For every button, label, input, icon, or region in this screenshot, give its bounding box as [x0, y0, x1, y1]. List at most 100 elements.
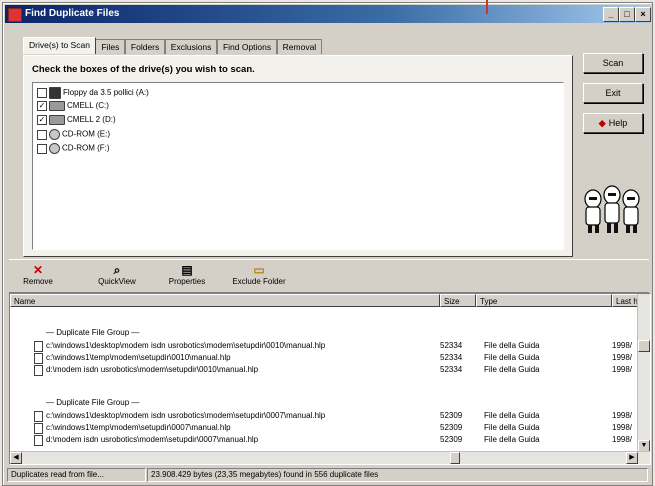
file-date: 1998/	[612, 411, 633, 420]
drive-label: Floppy da 3.5 pollici (A:)	[63, 88, 149, 98]
table-row[interactable]: c:\windows1\temp\modem\setupdir\0007\man…	[10, 422, 636, 434]
tab-files[interactable]: Files	[95, 39, 126, 54]
scroll-thumb[interactable]	[450, 452, 460, 464]
instructions-text: Check the boxes of the drive(s) you wish…	[32, 64, 255, 75]
scan-button[interactable]: Scan	[583, 53, 643, 73]
cd-rom-icon	[49, 143, 60, 154]
results-toolbar: ✕ Remove ⌕ QuickView ▤ Properties ▭ Excl…	[9, 259, 649, 293]
exclude-folder-button[interactable]: ▭ Exclude Folder	[227, 262, 291, 292]
file-size: 52309	[440, 423, 463, 432]
document-icon: ▤	[181, 263, 193, 277]
drive-item-d[interactable]: ✓ CMELL 2 (D:)	[37, 115, 116, 127]
drives-tab-panel: Check the boxes of the drive(s) you wish…	[23, 55, 573, 257]
file-path: c:\windows1\temp\modem\setupdir\0007\man…	[46, 423, 231, 432]
drive-item-f[interactable]: CD-ROM (F:)	[37, 143, 110, 155]
scroll-right-arrow-icon[interactable]: ▶	[626, 452, 638, 464]
drive-checkbox[interactable]	[37, 143, 47, 154]
tab-exclusions[interactable]: Exclusions	[164, 39, 218, 54]
file-type: File della Guida	[484, 341, 540, 350]
maximize-button[interactable]: □	[619, 7, 635, 22]
title-bar[interactable]: Find Duplicate Files _ □ ×	[5, 5, 651, 23]
drive-label: CMELL (C:)	[67, 101, 109, 111]
floppy-icon	[49, 87, 61, 99]
file-icon	[34, 411, 43, 422]
vertical-scrollbar[interactable]: ▼	[637, 294, 650, 452]
table-row[interactable]: d:\modem isdn usrobotics\modem\setupdir\…	[10, 434, 636, 446]
file-size: 52309	[440, 411, 463, 420]
file-type: File della Guida	[484, 435, 540, 444]
table-row[interactable]: c:\windows1\temp\modem\setupdir\0010\man…	[10, 352, 636, 364]
folder-icon: ▭	[253, 263, 265, 277]
file-path: d:\modem isdn usrobotics\modem\setupdir\…	[46, 365, 259, 374]
file-type: File della Guida	[484, 411, 540, 420]
help-button-label: Help	[608, 118, 628, 128]
file-type: File della Guida	[484, 365, 540, 374]
group-header: — Duplicate File Group —	[46, 328, 140, 337]
results-list: Name Size Type Last h ▸ — Duplicate File…	[9, 293, 651, 465]
file-date: 1998/	[612, 365, 633, 374]
remove-icon: ✕	[32, 263, 44, 277]
scroll-thumb[interactable]	[638, 340, 650, 352]
remove-label: Remove	[23, 277, 53, 286]
file-path: c:\windows1\temp\modem\setupdir\0010\man…	[46, 353, 231, 362]
table-row[interactable]: c:\windows1\desktop\modem isdn usrobotic…	[10, 340, 636, 352]
column-header-size[interactable]: Size	[440, 294, 476, 307]
file-date: 1998/	[612, 435, 633, 444]
file-icon	[34, 423, 43, 434]
hard-drive-icon	[49, 115, 65, 125]
column-header-last-label: Last h	[616, 297, 638, 306]
tab-drives-to-scan[interactable]: Drive(s) to Scan	[23, 37, 96, 54]
drive-list: Floppy da 3.5 pollici (A:) ✓ CMELL (C:) ✓…	[32, 82, 564, 250]
file-icon	[34, 353, 43, 364]
tab-find-options[interactable]: Find Options	[216, 39, 278, 54]
close-button[interactable]: ×	[635, 7, 651, 22]
table-row[interactable]: c:\windows1\desktop\modem isdn usrobotic…	[10, 410, 636, 422]
remove-button[interactable]: ✕ Remove	[19, 262, 57, 292]
minimize-button[interactable]: _	[603, 7, 619, 22]
file-date: 1998/	[612, 423, 633, 432]
scroll-left-arrow-icon[interactable]: ◀	[10, 452, 22, 464]
file-size: 52334	[440, 365, 463, 374]
drive-checkbox[interactable]: ✓	[37, 115, 47, 125]
file-size: 52334	[440, 353, 463, 362]
drive-checkbox[interactable]: ✓	[37, 101, 47, 111]
drive-label: CMELL 2 (D:)	[67, 115, 116, 125]
help-icon: ◆	[598, 118, 606, 128]
column-header-name[interactable]: Name	[10, 294, 440, 307]
drive-label: CD-ROM (E:)	[62, 129, 110, 139]
properties-button[interactable]: ▤ Properties	[163, 262, 211, 292]
file-type: File della Guida	[484, 423, 540, 432]
tab-folders[interactable]: Folders	[124, 39, 166, 54]
drive-checkbox[interactable]	[37, 88, 47, 98]
exit-button[interactable]: Exit	[583, 83, 643, 103]
column-header-type[interactable]: Type	[476, 294, 612, 307]
drive-checkbox[interactable]	[37, 129, 47, 140]
drive-label: CD-ROM (F:)	[62, 143, 110, 153]
help-button[interactable]: ◆ Help	[583, 113, 643, 133]
file-path: c:\windows1\desktop\modem isdn usrobotic…	[46, 341, 326, 350]
table-row[interactable]: d:\modem isdn usrobotics\modem\setupdir\…	[10, 364, 636, 376]
file-size: 52334	[440, 341, 463, 350]
file-icon	[34, 341, 43, 352]
quickview-label: QuickView	[98, 277, 136, 286]
window-title: Find Duplicate Files	[25, 8, 120, 19]
file-size: 52309	[440, 435, 463, 444]
tab-removal[interactable]: Removal	[276, 39, 323, 54]
quickview-button[interactable]: ⌕ QuickView	[93, 262, 141, 292]
drive-item-e[interactable]: CD-ROM (E:)	[37, 129, 110, 141]
find-duplicate-files-window: Find Duplicate Files _ □ × Drive(s) to S…	[2, 2, 653, 486]
hard-drive-icon	[49, 101, 65, 111]
file-path: d:\modem isdn usrobotics\modem\setupdir\…	[46, 435, 259, 444]
cd-rom-icon	[49, 129, 60, 140]
file-icon	[34, 435, 43, 446]
status-right: 23.908.429 bytes (23,35 megabytes) found…	[147, 468, 648, 482]
drive-item-a[interactable]: Floppy da 3.5 pollici (A:)	[37, 87, 149, 99]
horizontal-scrollbar[interactable]: ◀ ▶	[10, 451, 650, 464]
magnifier-icon: ⌕	[113, 263, 121, 277]
drive-item-c[interactable]: ✓ CMELL (C:)	[37, 101, 109, 113]
file-date: 1998/	[612, 353, 633, 362]
file-type: File della Guida	[484, 353, 540, 362]
file-path: c:\windows1\desktop\modem isdn usrobotic…	[46, 411, 326, 420]
properties-label: Properties	[168, 277, 206, 286]
file-icon	[34, 365, 43, 376]
